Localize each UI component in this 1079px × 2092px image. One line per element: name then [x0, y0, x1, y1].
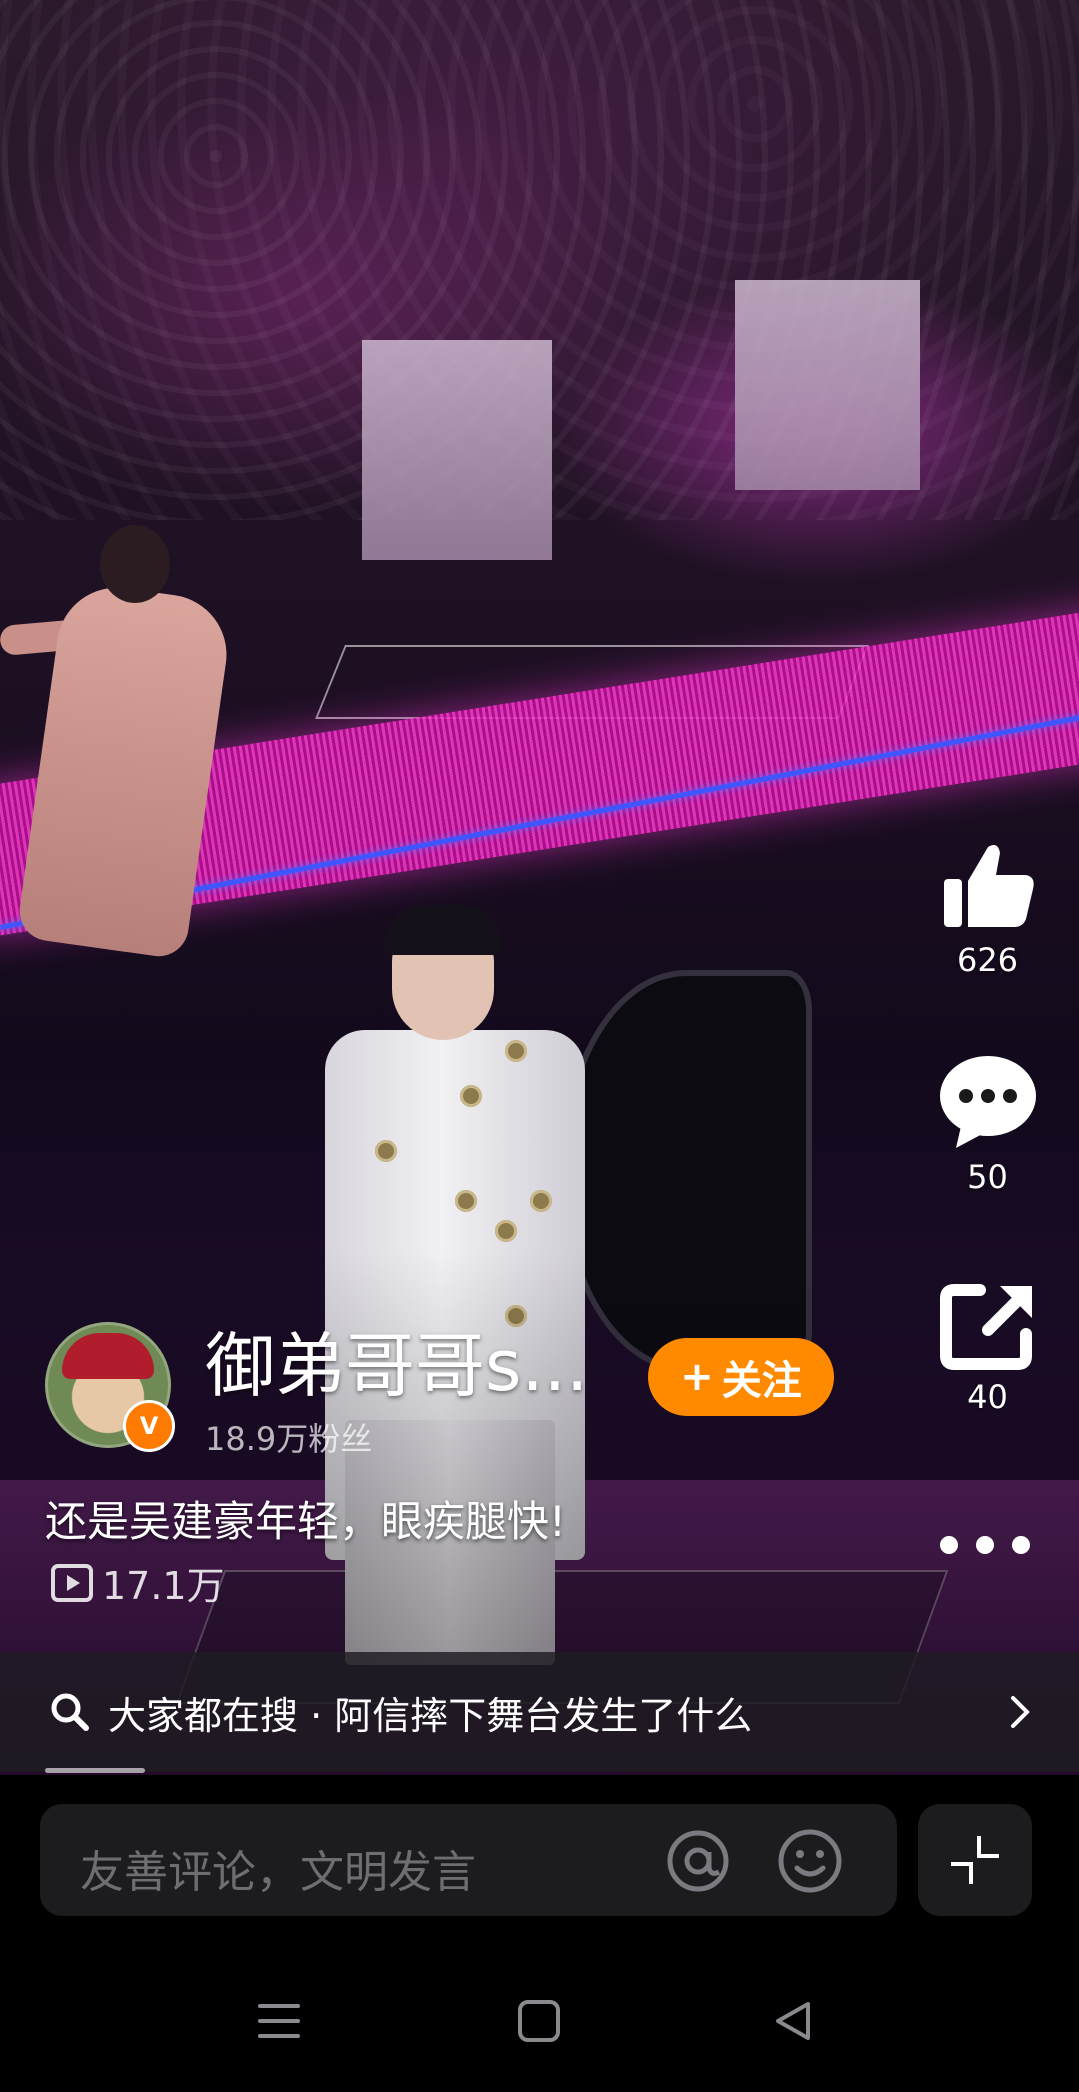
more-dot: [1012, 1536, 1030, 1554]
chevron-right-icon: [1011, 1696, 1030, 1728]
follow-label: 关注: [721, 1358, 802, 1404]
avatar-hat: [62, 1333, 154, 1379]
coat-detail: [505, 1040, 527, 1062]
comment-count: 50: [967, 1158, 1008, 1196]
comment-button[interactable]: 50: [935, 1052, 1040, 1196]
dancer-head: [100, 525, 170, 603]
share-icon: [939, 1284, 1032, 1370]
share-button[interactable]: 40: [935, 1282, 1040, 1416]
trending-search-text: 大家都在搜 · 阿信摔下舞台发生了什么: [108, 1693, 753, 1738]
collapse-icon: [951, 1836, 999, 1884]
video-caption[interactable]: 还是吴建豪年轻，眼疾腿快!: [45, 1488, 566, 1549]
collapse-fullscreen-button[interactable]: [918, 1804, 1032, 1916]
coat-detail: [455, 1190, 477, 1212]
fans-count: 18.9万粉丝: [205, 1420, 373, 1458]
view-count-text: 17.1万: [102, 1564, 225, 1608]
recent-apps-icon[interactable]: [256, 1998, 302, 2044]
thumbs-up-icon: [943, 845, 1034, 927]
emoji-icon[interactable]: [777, 1828, 843, 1894]
coat-detail: [495, 1220, 517, 1242]
back-icon[interactable]: [770, 1998, 816, 2044]
plus-icon: +: [680, 1354, 714, 1400]
coat-detail: [375, 1140, 397, 1162]
view-count: 17.1万: [50, 1555, 225, 1610]
follow-button[interactable]: + 关注: [648, 1338, 834, 1416]
more-dot: [976, 1536, 994, 1554]
more-options-button[interactable]: [940, 1530, 1030, 1560]
like-button[interactable]: 626: [935, 835, 1040, 979]
mention-icon[interactable]: [665, 1828, 731, 1894]
comment-input[interactable]: 友善评论，文明发言: [40, 1804, 897, 1916]
singer-hair: [384, 905, 502, 955]
search-icon: [51, 1693, 89, 1731]
coat-detail: [460, 1085, 482, 1107]
comment-placeholder: 友善评论，文明发言: [80, 1847, 476, 1898]
author-name[interactable]: 御弟哥哥s...: [205, 1310, 625, 1411]
stage-screen-right: [735, 280, 920, 490]
coat-detail: [530, 1190, 552, 1212]
video-progress-bar[interactable]: [45, 1768, 145, 1773]
system-navigation-bar: [0, 1960, 1079, 2092]
verified-badge: V: [123, 1400, 175, 1452]
play-icon: [51, 1563, 93, 1602]
more-horizontal-icon: [940, 1536, 958, 1554]
trending-search-banner[interactable]: 大家都在搜 · 阿信摔下舞台发生了什么: [0, 1652, 1079, 1772]
stage-screen-left: [362, 340, 552, 560]
home-icon[interactable]: [516, 1998, 562, 2044]
comment-bubble-icon: [939, 1056, 1036, 1148]
like-count: 626: [956, 941, 1019, 979]
share-count: 40: [967, 1378, 1008, 1416]
